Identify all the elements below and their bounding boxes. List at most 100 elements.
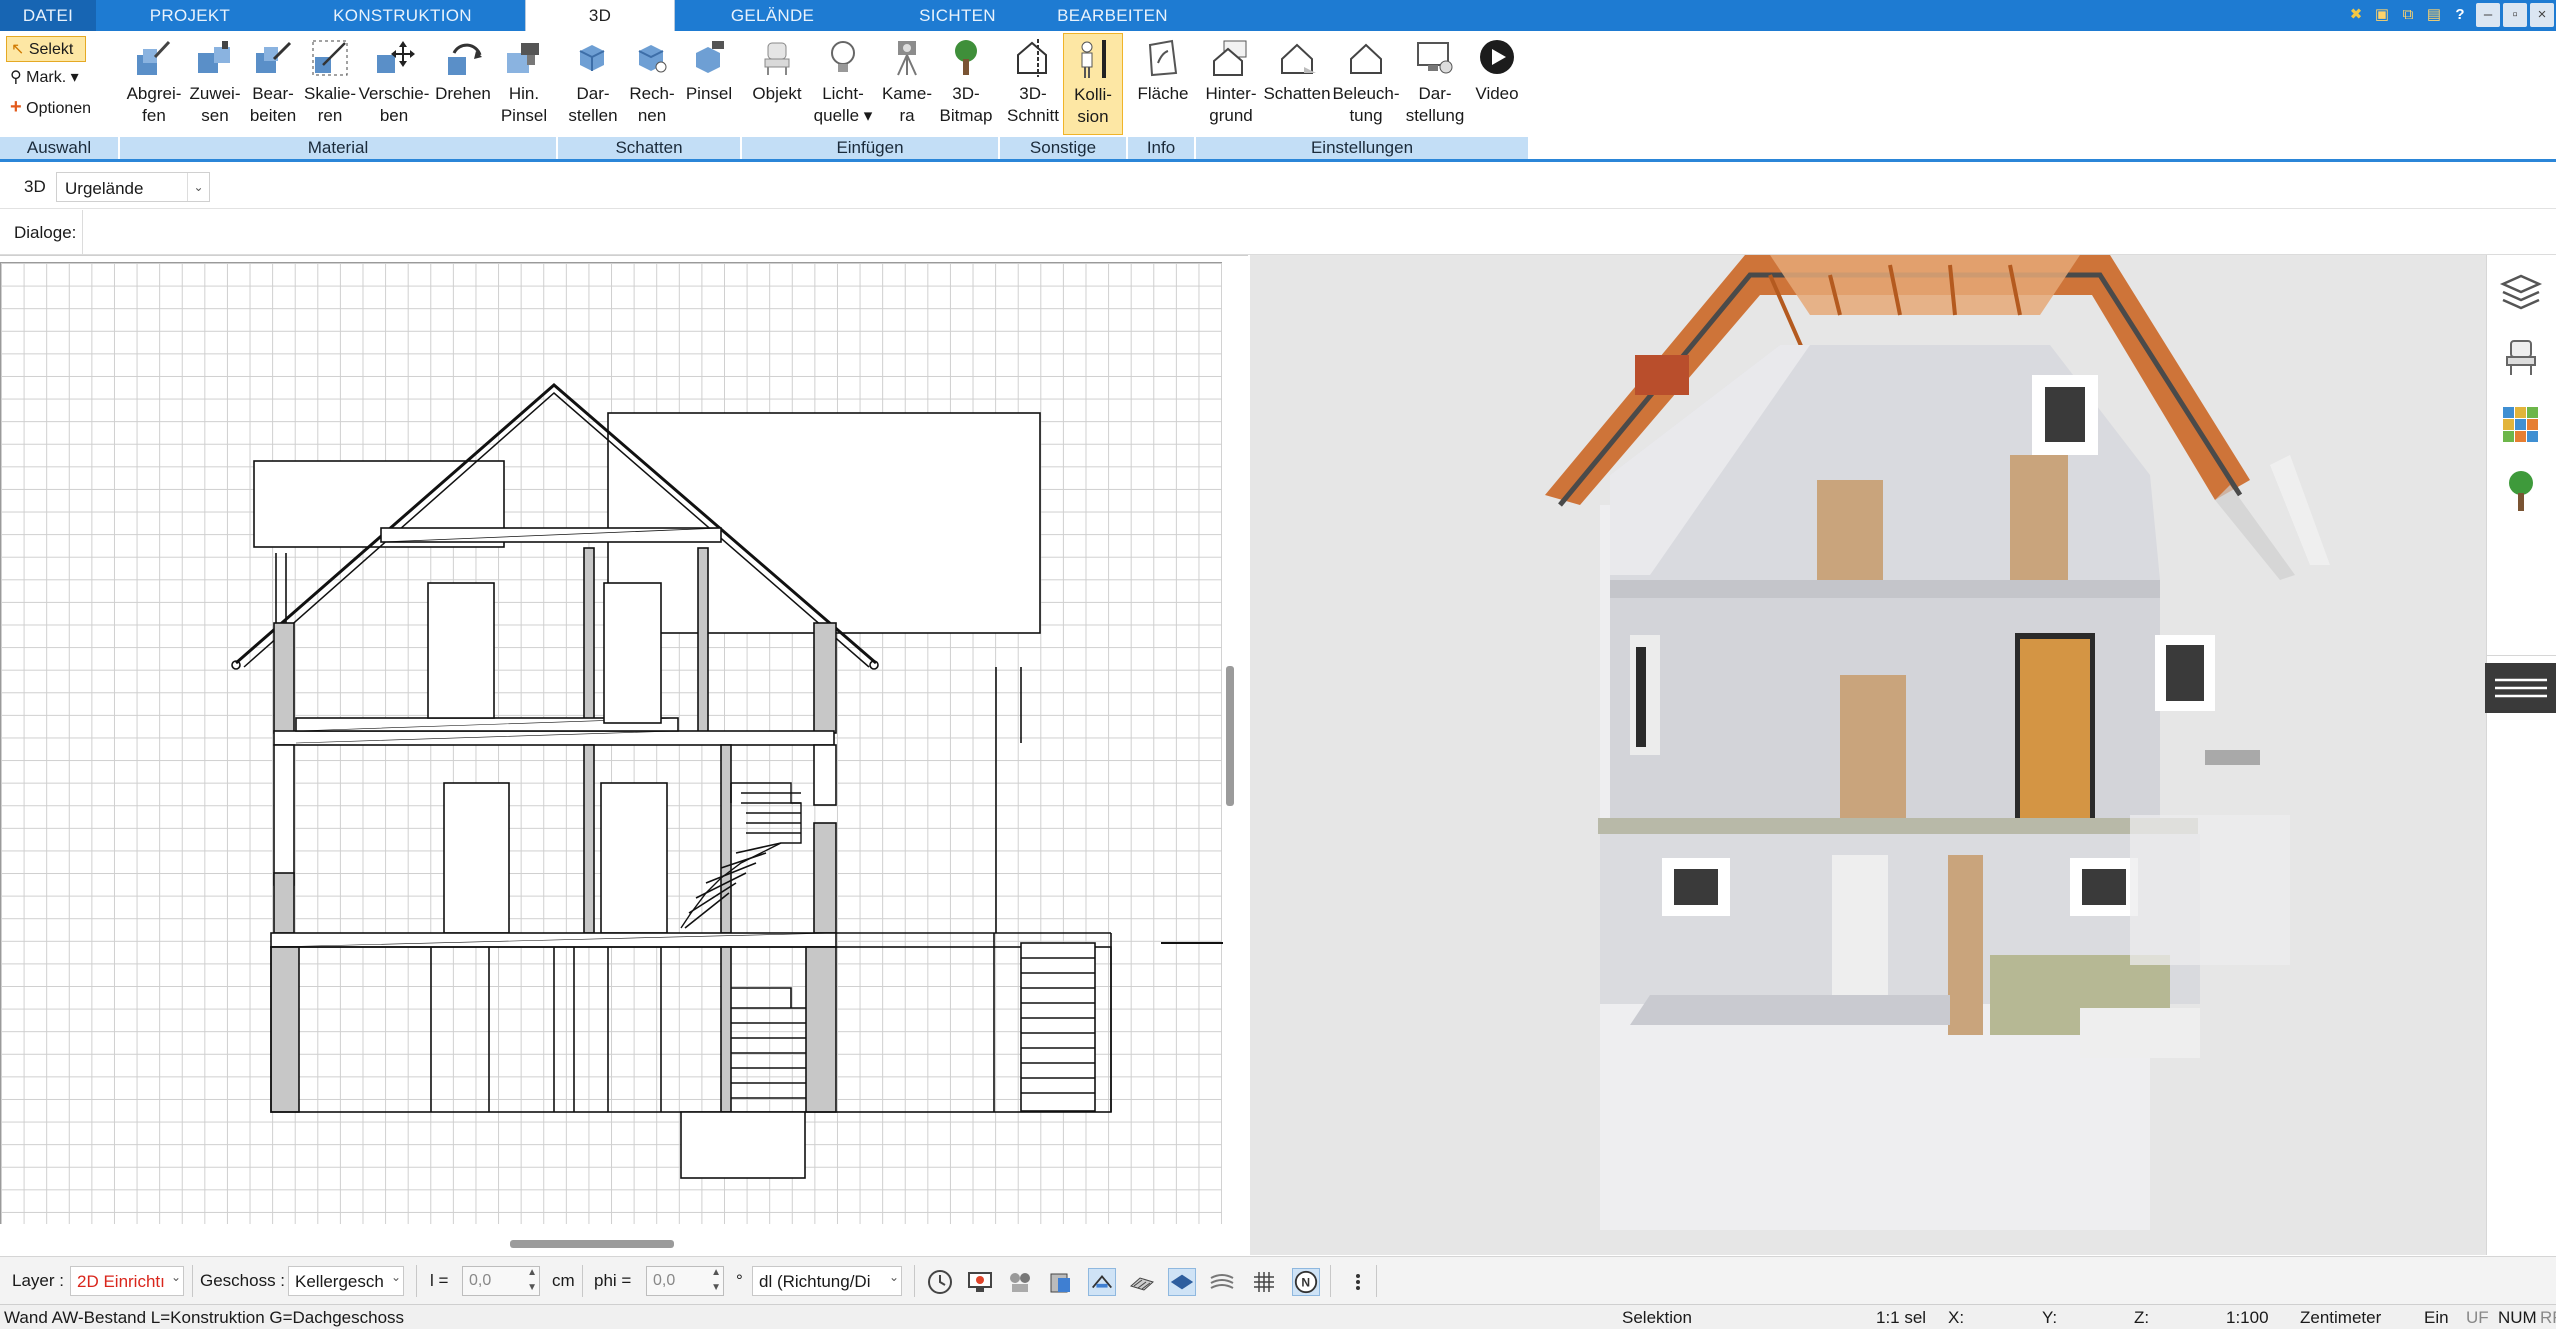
3d-view[interactable] [1250, 255, 2486, 1255]
tab-3d[interactable]: 3D [525, 0, 675, 31]
mark-label: Mark. [26, 69, 67, 86]
lighting-button[interactable]: Beleuch-tung [1330, 33, 1402, 127]
tab-gelaende[interactable]: GELÄNDE [700, 0, 845, 31]
background-button[interactable]: Hinter-grund [1198, 33, 1264, 127]
floor-dropdown[interactable]: Kellergesch ⌄ [288, 1266, 404, 1296]
materials-palette-icon[interactable] [2499, 403, 2543, 447]
area-button[interactable]: Fläche [1132, 33, 1194, 105]
camera-button[interactable]: Kame-ra [876, 33, 938, 127]
move-button[interactable]: Verschie-ben [356, 33, 432, 127]
tab-konstruktion[interactable]: KONSTRUKTION [320, 0, 485, 31]
collision-button[interactable]: Kolli-sion [1063, 33, 1123, 135]
cabinet-icon[interactable] [1046, 1268, 1074, 1296]
tools-icon[interactable]: ✖ [2344, 3, 2368, 27]
shadow-settings-button[interactable]: Schatten [1262, 33, 1332, 105]
mark-button[interactable]: ⚲ Mark. ▾ [6, 65, 108, 91]
direction-dropdown[interactable]: dl (Richtung/Di ⌄ [752, 1266, 902, 1296]
length-unit: cm [552, 1271, 575, 1290]
assign-material-button[interactable]: Zuwei-sen [186, 33, 244, 127]
divider [2487, 655, 2556, 656]
length-input[interactable]: 0,0 ▲ ▼ [462, 1266, 540, 1296]
insert-object-button[interactable]: Objekt [746, 33, 808, 105]
tab-datei[interactable]: DATEI [0, 0, 96, 31]
snap-edge-icon[interactable] [1088, 1268, 1116, 1296]
scale-button[interactable]: Skalie-ren [300, 33, 360, 127]
tab-bearbeiten[interactable]: BEARBEITEN [1050, 0, 1175, 31]
scale-icon [312, 40, 348, 76]
status-message: Wand AW-Bestand L=Konstruktion G=Dachges… [4, 1308, 405, 1327]
shadow-brush-button[interactable]: Pinsel [680, 33, 738, 105]
monitor-icon[interactable] [966, 1268, 994, 1296]
stepper-arrows-icon[interactable]: ▲ ▼ [711, 1265, 721, 1295]
tab-projekt[interactable]: PROJEKT [120, 0, 260, 31]
btn-label: 3D- [1019, 84, 1047, 103]
drawing-grid[interactable] [0, 262, 1223, 1224]
divider [82, 210, 83, 255]
brush-button[interactable]: Hin. Pinsel [496, 33, 552, 127]
furniture-catalog-icon[interactable] [2499, 335, 2543, 379]
cursor-icon: ↖ [11, 41, 25, 58]
status-ein: Ein [2424, 1308, 2449, 1327]
stepper-arrows-icon[interactable]: ▲ ▼ [527, 1265, 537, 1295]
window-icon[interactable]: ▣ [2370, 3, 2394, 27]
plants-icon[interactable] [2499, 467, 2543, 515]
video-button[interactable]: Video [1466, 33, 1528, 105]
3d-section-button[interactable]: 3D- Schnitt [1002, 33, 1064, 127]
display-icon [1417, 42, 1453, 74]
options-button[interactable]: + Optionen [6, 94, 108, 120]
btn-label: Fläche [1137, 84, 1189, 103]
length-value: 0,0 [469, 1272, 492, 1289]
restore-icon[interactable]: ▫ [2503, 3, 2527, 27]
pick-material-button[interactable]: Abgrei-fen [124, 33, 184, 127]
clock-icon[interactable] [926, 1268, 954, 1296]
status-num: NUM [2498, 1308, 2537, 1327]
status-mode: Selektion [1622, 1308, 1692, 1327]
plane-icon[interactable] [1168, 1268, 1196, 1296]
area-icon [1148, 39, 1178, 77]
3d-bitmap-button[interactable]: 3D- Bitmap [934, 33, 998, 127]
section-drawing [231, 383, 1223, 1179]
rotate-button[interactable]: Drehen [432, 33, 494, 105]
layer-dropdown[interactable]: 2D Einrichtı ⌄ [70, 1266, 184, 1296]
light-source-button[interactable]: Licht-quelle ▾ [808, 33, 878, 127]
terrain-dropdown[interactable]: Urgelände ⌄ [56, 172, 210, 202]
shadow-compute-button[interactable]: Rech-nen [624, 33, 680, 127]
btn-label: Skalie- [304, 84, 356, 103]
vertical-scrollbar[interactable] [1226, 666, 1234, 806]
3d-toolbar-row: 3D Urgelände ⌄ [0, 165, 2556, 209]
horizontal-scrollbar[interactable] [510, 1240, 674, 1248]
chevron-down-icon[interactable]: ⌄ [187, 173, 209, 201]
hatch-icon[interactable] [1128, 1268, 1156, 1296]
status-selection: 1:1 sel [1876, 1308, 1927, 1327]
bulb-icon [831, 41, 855, 72]
chevron-down-icon[interactable]: ⌄ [171, 1270, 181, 1284]
angle-unit: ° [736, 1271, 743, 1290]
shadow-show-button[interactable]: Dar-stellen [562, 33, 624, 127]
close-icon[interactable]: × [2530, 3, 2554, 27]
svg-text:N: N [1301, 1276, 1310, 1290]
tab-sichten[interactable]: SICHTEN [900, 0, 1015, 31]
window-tile-icon[interactable]: ▤ [2422, 3, 2446, 27]
grid-icon[interactable] [1250, 1268, 1278, 1296]
side-panel-toggle[interactable] [2485, 663, 2556, 713]
btn-label: Beleuch- [1332, 84, 1400, 103]
chevron-down-icon[interactable]: ⌄ [889, 1270, 899, 1284]
select-button[interactable]: ↖ Selekt [6, 36, 86, 62]
angle-input[interactable]: 0,0 ▲ ▼ [646, 1266, 724, 1296]
north-icon[interactable]: N [1292, 1268, 1320, 1296]
auswahl-group: ↖ Selekt ⚲ Mark. ▾ + Optionen [6, 36, 108, 123]
chevron-down-icon[interactable]: ⌄ [391, 1270, 401, 1284]
terrain-lines-icon[interactable] [1208, 1268, 1236, 1296]
layers-icon[interactable] [2499, 270, 2543, 314]
btn-label: sen [201, 106, 229, 125]
window-cascade-icon[interactable]: ⧉ [2396, 3, 2420, 27]
more-options-icon[interactable] [1344, 1268, 1372, 1296]
minimize-icon[interactable]: – [2476, 3, 2500, 27]
display-settings-button[interactable]: Dar-stellung [1402, 33, 1468, 127]
group-objects-icon[interactable] [1006, 1268, 1034, 1296]
edit-material-button[interactable]: Bear-beiten [244, 33, 302, 127]
rotate-icon [448, 43, 482, 75]
plan-view-2d[interactable] [0, 255, 1248, 1255]
layer-dropdown-value: 2D Einrichtı [77, 1272, 165, 1291]
help-icon[interactable]: ? [2448, 3, 2472, 27]
